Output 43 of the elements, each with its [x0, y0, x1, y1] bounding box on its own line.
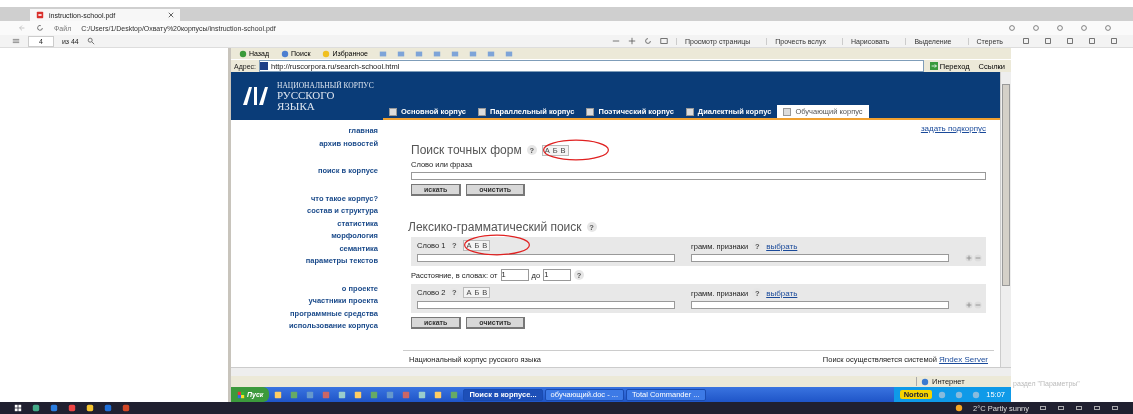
scrollbar[interactable]	[1000, 72, 1011, 367]
add-icon[interactable]	[965, 254, 973, 262]
word-field[interactable]	[417, 254, 675, 262]
subcorpus-link[interactable]: задать подкорпус	[920, 124, 986, 133]
rotate-icon[interactable]	[644, 37, 652, 45]
contents-icon[interactable]	[12, 37, 20, 45]
tray-icon[interactable]	[1039, 404, 1047, 412]
windows-start-icon[interactable]	[14, 404, 22, 412]
search-icon[interactable]	[86, 37, 95, 45]
remove-icon[interactable]	[974, 254, 982, 262]
fit-page-icon[interactable]	[660, 37, 668, 45]
pdf-icon	[36, 11, 44, 19]
section-title: Поиск точных форм	[411, 143, 522, 157]
globe-icon	[921, 377, 929, 386]
add-icon[interactable]	[965, 301, 973, 309]
sun-icon	[955, 404, 964, 412]
phrase-field[interactable]	[411, 172, 986, 180]
site-icon	[260, 62, 268, 70]
gram-field[interactable]	[691, 254, 949, 262]
back-icon[interactable]	[18, 24, 26, 32]
logo-text: ЯЗЫКА	[277, 100, 316, 112]
zoom-in-icon[interactable]	[628, 37, 636, 45]
zoom-out-icon[interactable]	[612, 37, 620, 45]
section-title: Лексико-грамматический поиск	[408, 220, 582, 234]
logo-text: РУССКОГО	[277, 89, 335, 101]
close-icon[interactable]	[168, 12, 174, 18]
taskbar-app-icon[interactable]	[68, 404, 76, 412]
tray-icon[interactable]	[1093, 404, 1101, 412]
choose-link[interactable]: выбрать	[766, 288, 798, 298]
taskbar-app-icon[interactable]	[50, 404, 58, 412]
tray-icon[interactable]	[1075, 404, 1083, 412]
choose-link[interactable]: выбрать	[766, 241, 798, 251]
gram-field[interactable]	[691, 301, 949, 309]
tray-icon[interactable]	[1057, 404, 1065, 412]
tray-icon[interactable]	[1111, 404, 1119, 412]
taskbar-app-icon[interactable]	[86, 404, 94, 412]
taskbar-app-icon[interactable]	[32, 404, 40, 412]
windows-logo-icon	[237, 390, 245, 399]
word-field[interactable]	[417, 301, 675, 309]
scrollbar[interactable]	[231, 367, 1011, 376]
refresh-icon[interactable]	[36, 24, 44, 32]
search-engine-link[interactable]: Яndex Server	[939, 355, 988, 364]
remove-icon[interactable]	[974, 301, 982, 309]
